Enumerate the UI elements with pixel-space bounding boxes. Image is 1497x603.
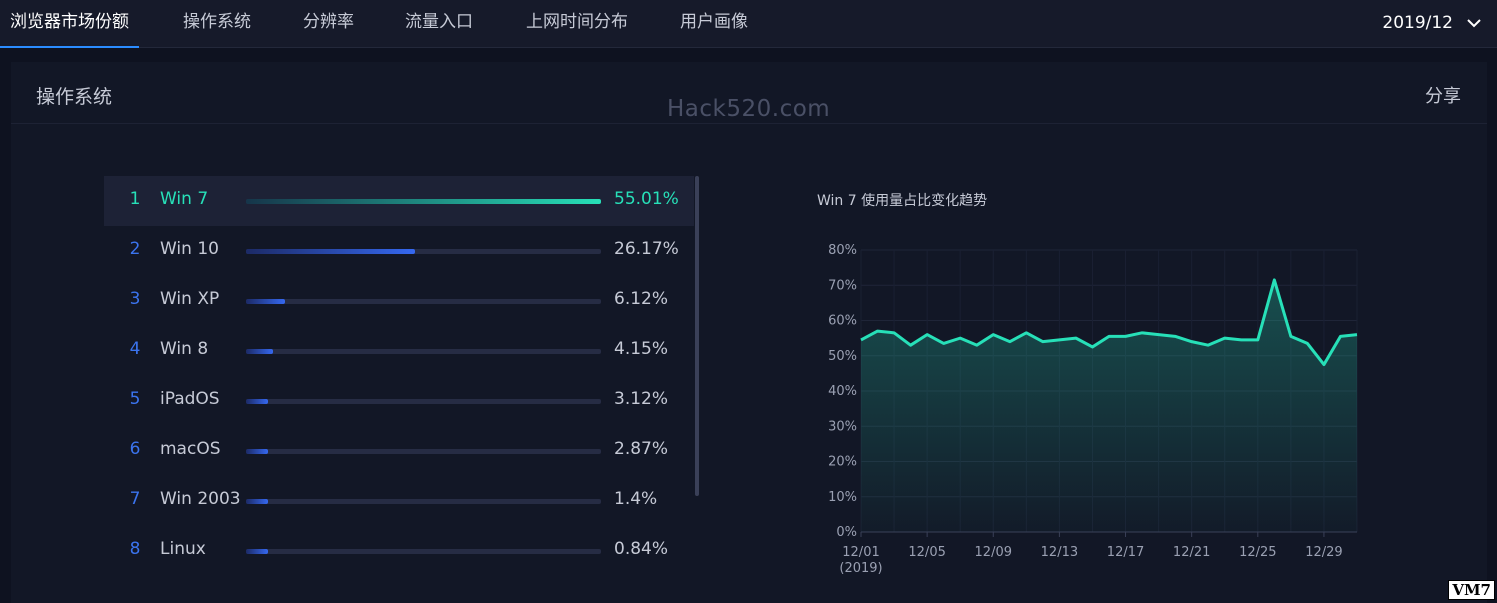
area-fill (861, 279, 1357, 532)
os-percent: 55.01% (614, 189, 679, 209)
rank-number: 8 (129, 539, 141, 559)
os-name: Win XP (160, 289, 220, 309)
y-tick-label: 60% (828, 314, 857, 329)
tab-user-profile[interactable]: 用户画像 (680, 0, 748, 46)
os-name: Win 8 (160, 339, 209, 359)
y-tick-label: 20% (828, 455, 857, 470)
y-tick-label: 80% (828, 243, 857, 258)
os-row[interactable]: 5 iPadOS 3.12% (104, 376, 694, 426)
os-row[interactable]: 7 Win 2003 1.4% (104, 476, 694, 526)
month-selector[interactable]: 2019/12 (1382, 0, 1483, 46)
x-tick-label: 12/29 (1305, 545, 1342, 560)
share-bar-track (246, 499, 601, 504)
share-bar-fill (246, 249, 415, 254)
corner-badge: VM7 (1448, 580, 1495, 600)
os-name: Win 7 (160, 189, 209, 209)
rank-number: 6 (129, 439, 141, 459)
trend-chart: 80% 70% 60% 50% 40% 30% 20% 10% 0% 12/01(2019) 12/… (828, 243, 1358, 576)
os-name: Linux (160, 539, 206, 559)
watermark: Hack520.com (667, 96, 831, 122)
rank-number: 2 (129, 239, 141, 259)
x-tick-label: 12/25 (1239, 545, 1276, 560)
month-value: 2019/12 (1382, 13, 1453, 33)
share-bar-fill (246, 549, 268, 554)
os-row[interactable]: 2 Win 10 26.17% (104, 226, 694, 276)
os-percent: 2.87% (614, 439, 669, 459)
y-tick-label: 50% (828, 349, 857, 364)
share-bar-track (246, 249, 601, 254)
rank-number: 3 (129, 289, 141, 309)
ranking-scrollbar[interactable] (695, 176, 699, 496)
os-ranking-list: 1 Win 7 55.01% 2 Win 10 26.17% 3 Win XP 6.12% 4 Wi… (104, 176, 698, 576)
panel-title: 操作系统 (36, 86, 113, 108)
x-tick-label: 12/05 (908, 545, 945, 560)
share-bar-track (246, 399, 601, 404)
top-nav: 浏览器市场份额 操作系统 分辨率 流量入口 上网时间分布 用户画像 2019/1… (0, 0, 1497, 48)
rank-number: 5 (129, 389, 141, 409)
y-tick-label: 30% (828, 419, 857, 434)
os-row[interactable]: 8 Linux 0.84% (104, 526, 694, 576)
share-button[interactable]: 分享 (1425, 82, 1461, 108)
y-tick-label: 70% (828, 278, 857, 293)
share-bar-fill (246, 349, 273, 354)
x-tick-label: 12/17 (1107, 545, 1144, 560)
share-bar-fill (246, 499, 268, 504)
os-percent: 4.15% (614, 339, 669, 359)
os-percent: 6.12% (614, 289, 669, 309)
y-tick-label: 10% (828, 490, 857, 505)
os-row[interactable]: 3 Win XP 6.12% (104, 276, 694, 326)
y-tick-label: 0% (836, 525, 857, 540)
y-tick-label: 40% (828, 384, 857, 399)
share-bar-fill (246, 199, 601, 204)
tab-resolution[interactable]: 分辨率 (303, 0, 354, 46)
os-row[interactable]: 4 Win 8 4.15% (104, 326, 694, 376)
chart-title: Win 7 使用量占比变化趋势 (817, 193, 988, 209)
os-percent: 26.17% (614, 239, 679, 259)
share-bar-track (246, 549, 601, 554)
chevron-down-icon (1467, 19, 1481, 28)
tab-traffic-entry[interactable]: 流量入口 (405, 0, 473, 46)
os-percent: 0.84% (614, 539, 669, 559)
share-bar-track (246, 299, 601, 304)
share-bar-track (246, 199, 601, 204)
share-bar-track (246, 349, 601, 354)
x-tick-label: 12/13 (1041, 545, 1078, 560)
os-row[interactable]: 1 Win 7 55.01% (104, 176, 694, 226)
tab-online-time[interactable]: 上网时间分布 (526, 0, 628, 46)
rank-number: 4 (129, 339, 141, 359)
share-bar-track (246, 449, 601, 454)
x-tick-sublabel: (2019) (839, 561, 882, 576)
rank-number: 7 (129, 489, 141, 509)
x-tick-label: 12/09 (975, 545, 1012, 560)
panel-header: 操作系统 Hack520.com 分享 (11, 62, 1487, 124)
share-bar-fill (246, 299, 286, 304)
share-bar-fill (246, 399, 268, 404)
os-name: macOS (160, 439, 221, 459)
os-name: Win 10 (160, 239, 219, 259)
rank-number: 1 (129, 189, 141, 209)
tab-browser-share[interactable]: 浏览器市场份额 (0, 0, 139, 48)
os-panel: 操作系统 Hack520.com 分享 1 Win 7 55.01% 2 Win 10 2… (11, 62, 1487, 603)
os-name: Win 2003 (160, 489, 241, 509)
os-row[interactable]: 6 macOS 2.87% (104, 426, 694, 476)
os-percent: 1.4% (614, 489, 658, 509)
os-name: iPadOS (160, 389, 220, 409)
x-tick-label: 12/01 (842, 545, 879, 560)
tab-os[interactable]: 操作系统 (183, 0, 251, 46)
x-tick-label: 12/21 (1173, 545, 1210, 560)
os-percent: 3.12% (614, 389, 669, 409)
share-bar-fill (246, 449, 268, 454)
